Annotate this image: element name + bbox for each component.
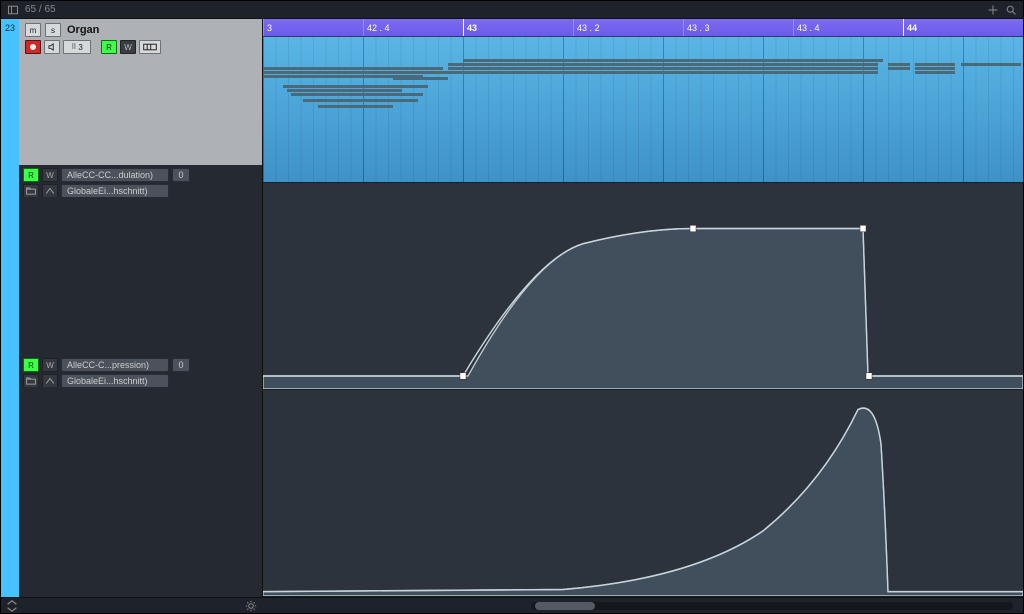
solo-button[interactable]: s [45,23,61,37]
auto2-write-button[interactable]: W [42,358,58,372]
midi-note[interactable] [393,77,448,80]
auto1-write-button[interactable]: W [42,168,58,182]
track-list-toolbar: 65 / 65 [1,1,1023,19]
auto1-folder-icon[interactable] [23,184,39,198]
automation-read-button[interactable]: R [101,40,117,54]
auto1-parameter-selector[interactable]: AlleCC-CC...dulation) [61,168,169,182]
midi-note[interactable] [448,71,878,74]
mute-button[interactable]: m [25,23,41,37]
track-count-label: 65 / 65 [25,4,56,15]
midi-note[interactable] [378,85,428,88]
auto1-read-button[interactable]: R [23,168,39,182]
midi-note[interactable] [448,63,878,66]
midi-channel-field[interactable]: ⠿3 [63,40,91,54]
track-name[interactable]: Organ [67,24,99,36]
automation-handle[interactable] [460,373,466,380]
automation-lane-1-header: R W AlleCC-CC...dulation) 0 GlobaleEi...… [1,165,262,197]
gear-icon[interactable] [245,600,257,612]
midi-note[interactable] [448,67,878,70]
timeline-ruler[interactable]: 3 42 . 4 43 43 . 2 43 . 3 43 . 4 44 [263,19,1023,37]
auto1-row2-selector[interactable]: GlobaleEi...hschnitt) [61,184,169,198]
track-number: 23 [1,19,19,165]
midi-note[interactable] [318,105,393,108]
ruler-tick: 43 . 3 [683,19,710,36]
search-icon[interactable] [1005,4,1017,16]
bottom-bar [1,597,1023,613]
ruler-tick: 43 . 2 [573,19,600,36]
auto2-read-button[interactable]: R [23,358,39,372]
midi-note[interactable] [263,67,443,70]
record-arm-button[interactable] [25,40,41,54]
midi-note[interactable] [463,59,883,62]
expand-panel-icon[interactable] [5,599,19,613]
auto2-folder-icon[interactable] [23,374,39,388]
panel-toggle-icon[interactable] [7,4,19,16]
auto2-row2-selector[interactable]: GlobaleEi...hschnitt) [61,374,169,388]
automation-handle[interactable] [866,373,872,380]
midi-note[interactable] [358,99,418,102]
add-track-icon[interactable] [987,4,999,16]
midi-note[interactable] [888,67,910,70]
ruler-tick: 42 . 4 [363,19,390,36]
automation-lane-2-header: R W AlleCC-C...pression) 0 GlobaleEi...h… [1,355,262,387]
track-list-panel: 23 m s Organ [1,19,263,597]
lane-freeze-button[interactable] [139,40,161,54]
horizontal-scrollbar[interactable] [531,602,1013,610]
monitor-button[interactable] [44,40,60,54]
automation-lane-2[interactable] [263,390,1023,597]
midi-note[interactable] [368,93,423,96]
automation-handle[interactable] [690,225,696,232]
track-header[interactable]: 23 m s Organ [1,19,262,165]
auto2-parameter-selector[interactable]: AlleCC-C...pression) [61,358,169,372]
auto2-value-field[interactable]: 0 [172,358,190,372]
ruler-tick: 3 [263,19,272,36]
auto1-bypass-icon[interactable] [42,184,58,198]
midi-clip-lane[interactable] [263,37,1023,183]
auto1-value-field[interactable]: 0 [172,168,190,182]
scrollbar-thumb[interactable] [535,602,595,610]
midi-note[interactable] [915,67,955,70]
midi-note[interactable] [915,63,955,66]
automation-lane-1[interactable] [263,183,1023,390]
automation-handle[interactable] [860,225,866,232]
auto2-bypass-icon[interactable] [42,374,58,388]
midi-note[interactable] [961,63,1021,66]
midi-note[interactable] [888,63,910,66]
ruler-tick: 44 [903,19,917,36]
midi-note[interactable] [287,89,402,92]
automation-write-button[interactable]: W [120,40,136,54]
ruler-tick: 43 . 4 [793,19,820,36]
ruler-tick: 43 [463,19,477,36]
midi-note[interactable] [915,71,955,74]
